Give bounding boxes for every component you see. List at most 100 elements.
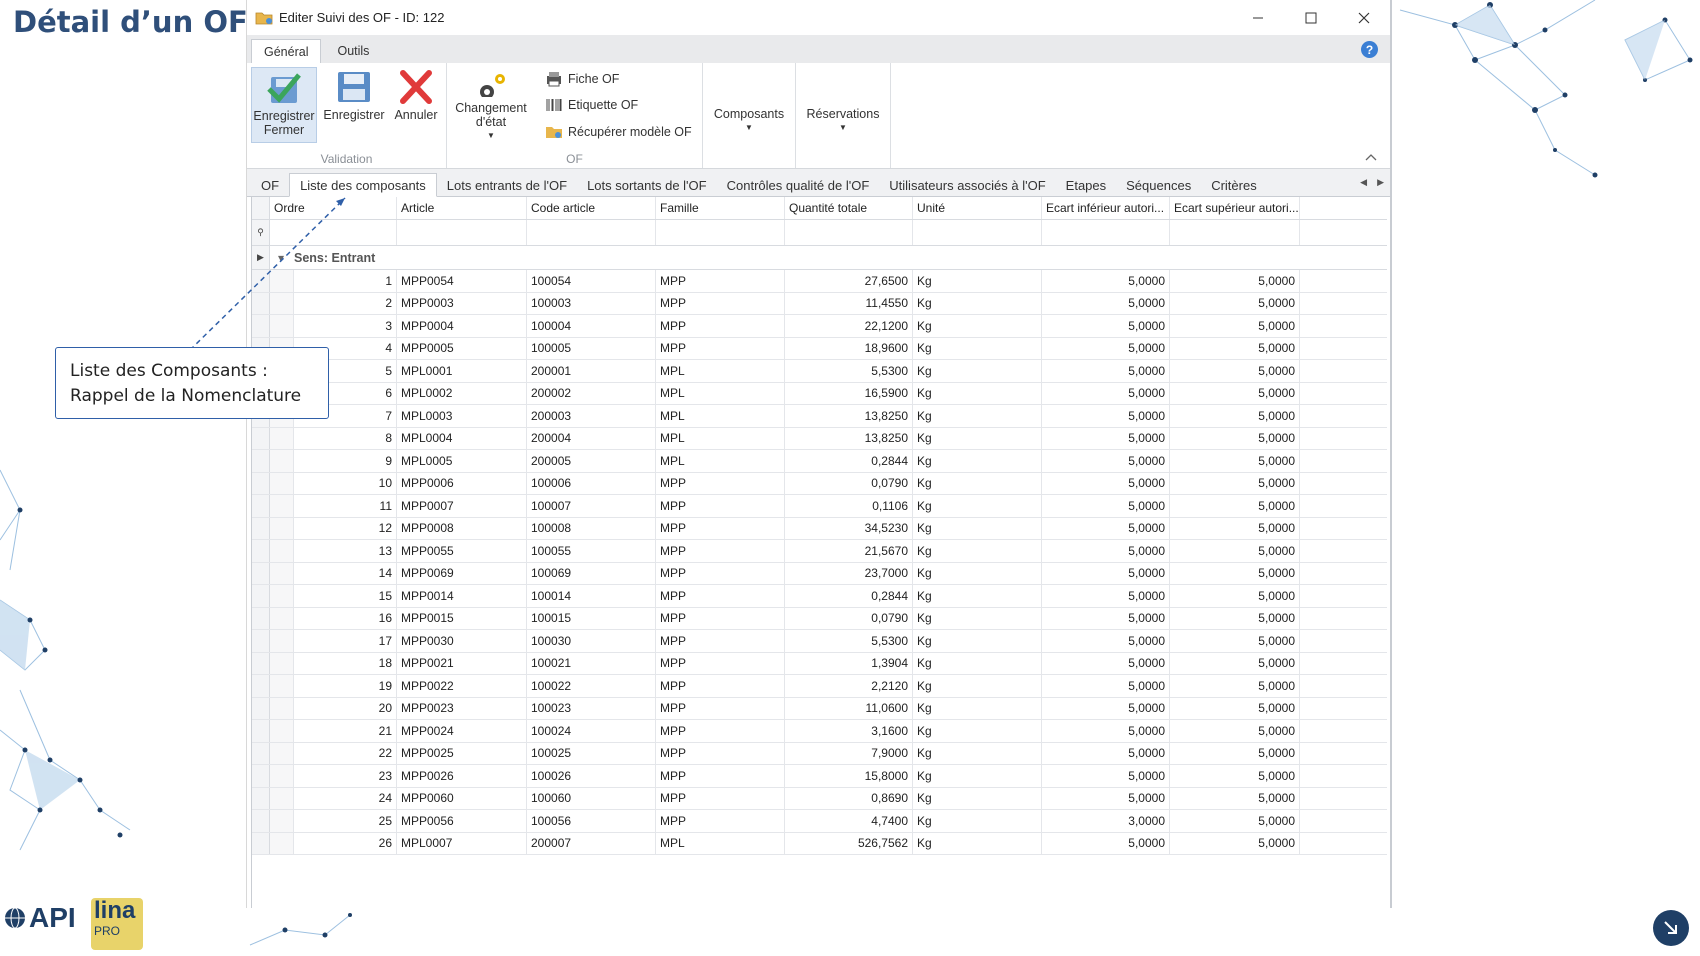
callout-connector <box>189 197 346 351</box>
table-cell: 25 <box>294 810 397 832</box>
table-row[interactable]: 26 MPL0007 200007 MPL 526,7562 Kg 5,0000 5,0000 <box>252 832 1387 855</box>
table-row[interactable]: 20 MPP0023 100023 MPP 11,0600 Kg 5,0000 5,0000 <box>252 697 1387 720</box>
scroll-right-icon[interactable]: ▶ <box>1377 177 1384 188</box>
save-close-button[interactable]: Enregistrer Fermer <box>251 67 317 143</box>
filter-cell[interactable] <box>913 220 1042 245</box>
table-row[interactable]: 13 MPP0055 100055 MPP 21,5670 Kg 5,0000 5,0000 <box>252 540 1387 563</box>
column-header[interactable]: Unité <box>913 197 1042 219</box>
ribbon-tab-general[interactable]: Général <box>251 39 322 63</box>
filter-cell[interactable] <box>1042 220 1170 245</box>
column-header[interactable]: Article <box>397 197 527 219</box>
table-cell: MPP0060 <box>397 787 527 809</box>
reservations-button[interactable]: Réservations ▼ <box>800 107 886 147</box>
minimize-button[interactable] <box>1231 0 1284 35</box>
table-row[interactable]: 3 MPP0004 100004 MPP 22,1200 Kg 5,0000 5,0000 <box>252 315 1387 338</box>
close-button[interactable] <box>1337 0 1390 35</box>
window-titlebar[interactable]: Editer Suivi des OF - ID: 122 <box>247 0 1390 35</box>
collapse-ribbon-icon[interactable] <box>1364 152 1378 162</box>
table-row[interactable]: 21 MPP0024 100024 MPP 3,1600 Kg 5,0000 5,0000 <box>252 720 1387 743</box>
filter-cell[interactable] <box>527 220 656 245</box>
tab-controles-qualite[interactable]: Contrôles qualité de l'OF <box>717 174 880 196</box>
tab-lots-entrants[interactable]: Lots entrants de l'OF <box>437 174 577 196</box>
group-row[interactable]: ▶ ▾ Sens: Entrant <box>252 246 1387 270</box>
table-row[interactable]: 4 MPP0005 100005 MPP 18,9600 Kg 5,0000 5,0000 <box>252 337 1387 360</box>
row-indicator <box>252 517 270 539</box>
table-cell: MPP <box>656 765 785 787</box>
etiquette-of-button[interactable]: Etiquette OF <box>545 97 638 113</box>
table-row[interactable]: 6 MPL0002 200002 MPL 16,5900 Kg 5,0000 5,0000 <box>252 382 1387 405</box>
table-cell: 17 <box>294 630 397 652</box>
composants-button[interactable]: Composants ▼ <box>707 107 791 147</box>
filter-cell[interactable] <box>397 220 527 245</box>
table-cell: Kg <box>913 607 1042 629</box>
column-header[interactable]: Ecart supérieur autori... <box>1170 197 1300 219</box>
table-cell: 100024 <box>527 720 656 742</box>
tab-utilisateurs-associes[interactable]: Utilisateurs associés à l'OF <box>879 174 1055 196</box>
ribbon-tab-outils[interactable]: Outils <box>325 39 381 63</box>
table-row[interactable]: 23 MPP0026 100026 MPP 15,8000 Kg 5,0000 5,0000 <box>252 765 1387 788</box>
table-row[interactable]: 11 MPP0007 100007 MPP 0,1106 Kg 5,0000 5,0000 <box>252 495 1387 518</box>
row-indicator <box>252 630 270 652</box>
table-row[interactable]: 5 MPL0001 200001 MPL 5,5300 Kg 5,0000 5,0000 <box>252 360 1387 383</box>
table-cell: MPP0056 <box>397 810 527 832</box>
table-row[interactable]: 12 MPP0008 100008 MPP 34,5230 Kg 5,0000 5,0000 <box>252 517 1387 540</box>
filter-cell[interactable] <box>656 220 785 245</box>
change-state-button[interactable]: Changement d'état ▼ <box>451 67 531 143</box>
fiche-of-button[interactable]: Fiche OF <box>545 71 619 87</box>
table-cell: MPP0021 <box>397 652 527 674</box>
table-cell: 5,0000 <box>1170 472 1300 494</box>
table-cell: 18,9600 <box>785 337 913 359</box>
maximize-button[interactable] <box>1284 0 1337 35</box>
api-logo: API <box>4 902 76 934</box>
table-row[interactable]: 9 MPL0005 200005 MPL 0,2844 Kg 5,0000 5,0000 <box>252 450 1387 473</box>
column-header[interactable]: Quantité totale <box>785 197 913 219</box>
tab-sequences[interactable]: Séquences <box>1116 174 1201 196</box>
table-row[interactable]: 15 MPP0014 100014 MPP 0,2844 Kg 5,0000 5,0000 <box>252 585 1387 608</box>
table-cell: 13 <box>294 540 397 562</box>
recuperer-modele-button[interactable]: Récupérer modèle OF <box>545 124 692 140</box>
table-cell: MPP <box>656 562 785 584</box>
table-cell: 5,0000 <box>1042 427 1170 449</box>
table-row[interactable]: 19 MPP0022 100022 MPP 2,2120 Kg 5,0000 5,0000 <box>252 675 1387 698</box>
table-row[interactable]: 2 MPP0003 100003 MPP 11,4550 Kg 5,0000 5,0000 <box>252 292 1387 315</box>
table-row[interactable]: 16 MPP0015 100015 MPP 0,0790 Kg 5,0000 5,0000 <box>252 607 1387 630</box>
cancel-button[interactable]: Annuler <box>383 67 449 143</box>
table-cell: 100055 <box>527 540 656 562</box>
filter-cell[interactable] <box>1170 220 1300 245</box>
table-cell: MPL0001 <box>397 360 527 382</box>
table-cell: 200002 <box>527 382 656 404</box>
table-row[interactable]: 7 MPL0003 200003 MPL 13,8250 Kg 5,0000 5,0000 <box>252 405 1387 428</box>
table-row[interactable]: 1 MPP0054 100054 MPP 27,6500 Kg 5,0000 5,0000 <box>252 270 1387 293</box>
table-row[interactable]: 10 MPP0006 100006 MPP 0,0790 Kg 5,0000 5,0000 <box>252 472 1387 495</box>
table-cell: MPP <box>656 585 785 607</box>
table-cell: 0,0790 <box>785 607 913 629</box>
table-row[interactable]: 25 MPP0056 100056 MPP 4,7400 Kg 3,0000 5,0000 <box>252 810 1387 833</box>
table-cell: 5,0000 <box>1042 315 1170 337</box>
table-row[interactable]: 18 MPP0021 100021 MPP 1,3904 Kg 5,0000 5,0000 <box>252 652 1387 675</box>
column-header[interactable]: Code article <box>527 197 656 219</box>
scroll-left-icon[interactable]: ◀ <box>1360 177 1367 188</box>
column-header[interactable]: Famille <box>656 197 785 219</box>
table-cell: 5,0000 <box>1042 787 1170 809</box>
table-cell: 5,0000 <box>1042 495 1170 517</box>
table-row[interactable]: 24 MPP0060 100060 MPP 0,8690 Kg 5,0000 5,0000 <box>252 787 1387 810</box>
tab-etapes[interactable]: Etapes <box>1056 174 1116 196</box>
table-row[interactable]: 8 MPL0004 200004 MPL 13,8250 Kg 5,0000 5,0000 <box>252 427 1387 450</box>
row-indicator <box>252 472 270 494</box>
tab-criteres[interactable]: Critères <box>1201 174 1267 196</box>
table-cell: 526,7562 <box>785 832 913 854</box>
table-row[interactable]: 14 MPP0069 100069 MPP 23,7000 Kg 5,0000 5,0000 <box>252 562 1387 585</box>
help-icon[interactable]: ? <box>1361 41 1378 58</box>
save-button[interactable]: Enregistrer <box>321 67 387 143</box>
table-row[interactable]: 17 MPP0030 100030 MPP 5,5300 Kg 5,0000 5,0000 <box>252 630 1387 653</box>
column-header[interactable]: Ecart inférieur autori... <box>1042 197 1170 219</box>
table-row[interactable]: 22 MPP0025 100025 MPP 7,9000 Kg 5,0000 5,0000 <box>252 742 1387 765</box>
table-cell: 100021 <box>527 652 656 674</box>
chevron-down-icon: ▼ <box>745 123 753 132</box>
ribbon-group-label-of: OF <box>566 152 583 166</box>
filter-cell[interactable] <box>785 220 913 245</box>
next-slide-button[interactable] <box>1653 910 1689 946</box>
table-cell: 5,0000 <box>1170 742 1300 764</box>
tab-lots-sortants[interactable]: Lots sortants de l'OF <box>577 174 717 196</box>
callout-box: Liste des Composants : Rappel de la Nome… <box>55 347 329 419</box>
